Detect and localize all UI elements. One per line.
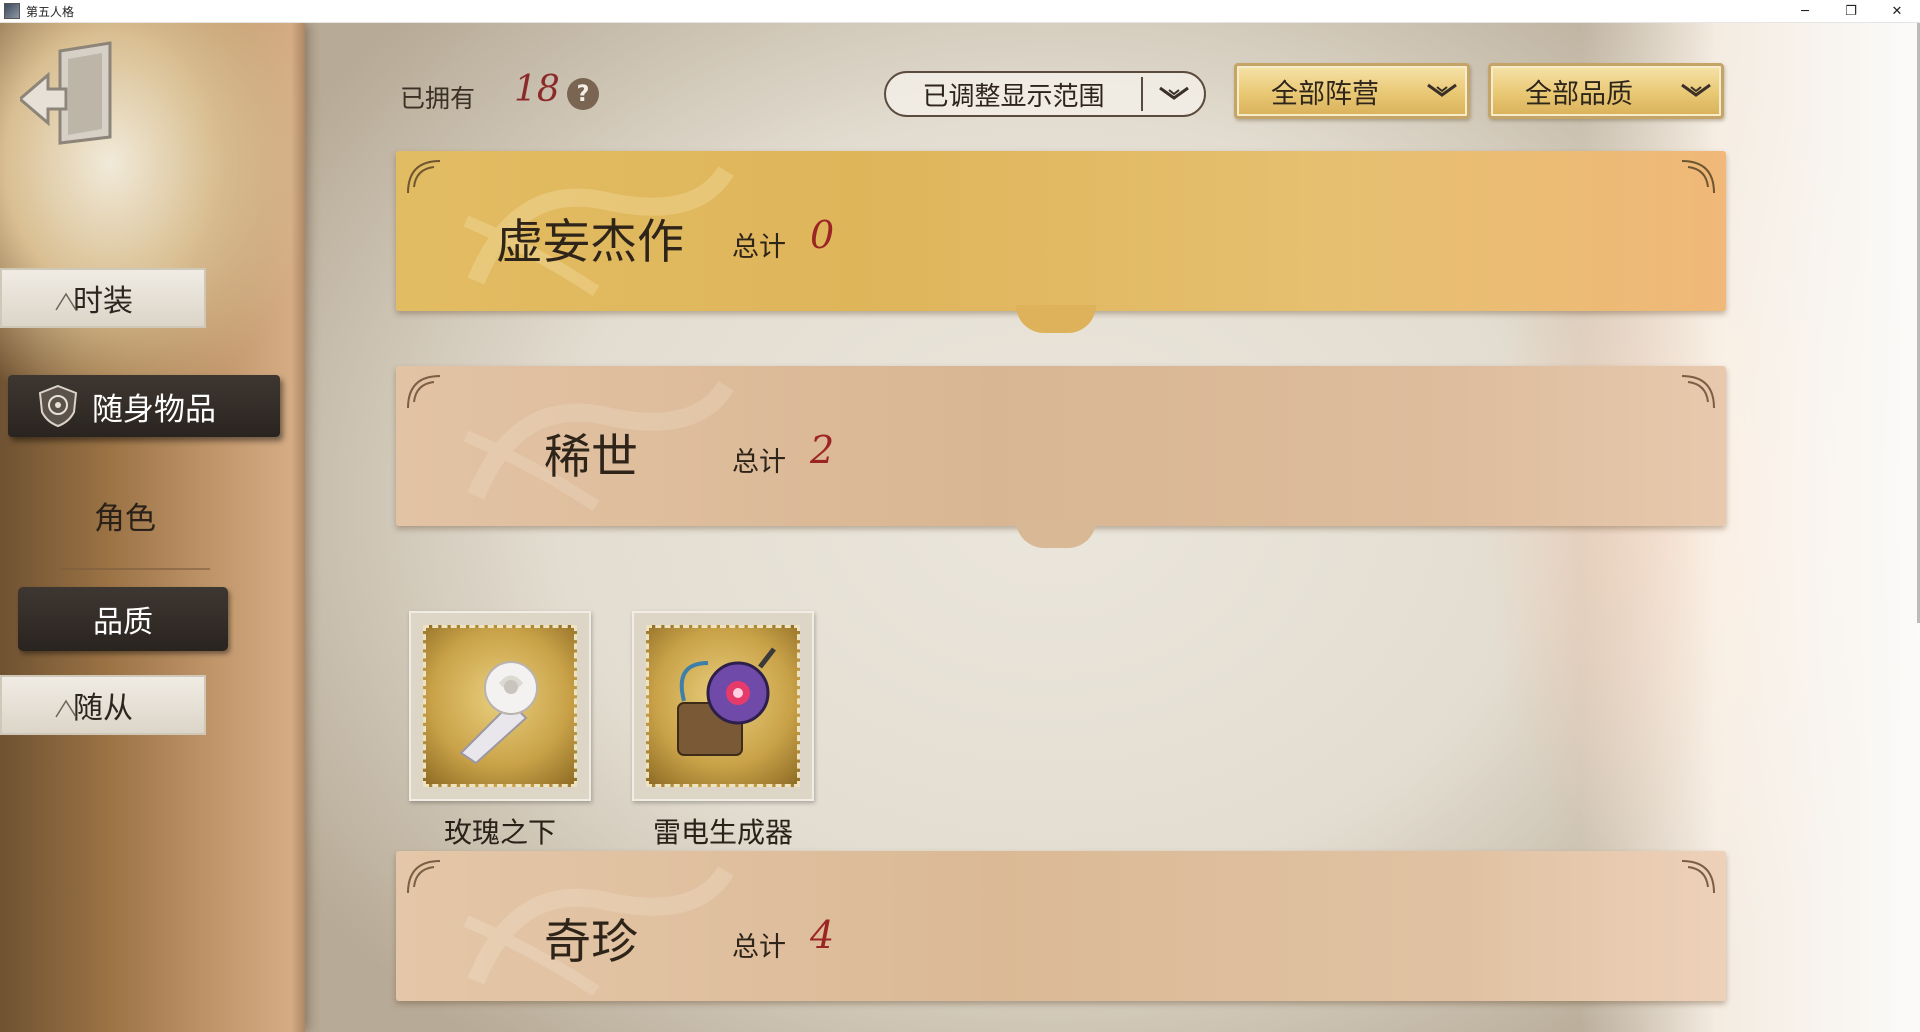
camp-filter-label: 全部阵营	[1271, 78, 1379, 110]
sidebar-item-label: 随从	[73, 691, 133, 726]
tier-total-count: 2	[810, 428, 835, 472]
owned-label: 已拥有	[400, 84, 476, 113]
minimize-button[interactable]: ─	[1782, 0, 1828, 22]
display-range-dropdown[interactable]: 已调整显示范围	[884, 71, 1206, 117]
left-nav-panel: 时装 随身物品 角色 品质 随从	[0, 23, 305, 1032]
close-button[interactable]: ✕	[1874, 0, 1920, 22]
item-stamp-frame	[632, 611, 814, 801]
tick-decoration-icon	[55, 699, 77, 718]
sidebar-item-costume[interactable]: 时装	[0, 268, 206, 328]
tier-total-label: 总计	[732, 932, 786, 963]
rose-bouquet-icon	[459, 661, 538, 765]
sidebar-item-quality[interactable]: 品质	[18, 587, 228, 651]
corner-ornament-icon	[1681, 375, 1715, 409]
tier-banner-masterpiece[interactable]: 虚妄杰作 总计 0	[396, 151, 1726, 333]
owned-count: 18	[514, 69, 560, 110]
sidebar-item-label: 品质	[93, 605, 153, 640]
corner-ornament-icon	[407, 860, 441, 894]
tier-total-label: 总计	[732, 447, 786, 478]
quality-filter-dropdown[interactable]: 全部品质	[1488, 63, 1724, 119]
lightning-generator-icon	[677, 647, 776, 756]
chevron-down-icon	[1671, 81, 1721, 101]
game-viewport: 时装 随身物品 角色 品质 随从 已拥有 18 ? 已调整显示范围 全部阵营 全…	[0, 23, 1920, 1032]
banner-tab	[1016, 305, 1096, 333]
sidebar-divider	[60, 568, 210, 570]
tick-decoration-icon	[55, 292, 77, 311]
banner-tab	[1016, 520, 1096, 548]
sidebar-item-follower[interactable]: 随从	[0, 675, 206, 735]
app-icon	[4, 3, 20, 19]
corner-ornament-icon	[1681, 160, 1715, 194]
tier-total-label: 总计	[732, 232, 786, 263]
emblem-icon	[38, 384, 78, 428]
chevron-down-icon	[1417, 81, 1467, 101]
sidebar-item-accessories[interactable]: 随身物品	[8, 375, 280, 437]
tier-title: 稀世	[544, 430, 638, 485]
corner-ornament-icon	[1681, 860, 1715, 894]
window-title: 第五人格	[26, 4, 75, 19]
tier-banner-rare[interactable]: 稀世 总计 2	[396, 366, 1726, 548]
item-name: 玫瑰之下	[443, 816, 556, 849]
tier-total-count: 4	[810, 913, 835, 957]
display-range-label: 已调整显示范围	[922, 81, 1105, 112]
chevron-down-icon	[1143, 84, 1204, 104]
tier-title: 奇珍	[544, 915, 638, 970]
sidebar-item-label: 随身物品	[92, 391, 216, 428]
item-card[interactable]: 玫瑰之下	[405, 611, 595, 851]
item-card[interactable]: 雷电生成器	[628, 611, 818, 851]
item-stamp-frame	[409, 611, 591, 801]
window-titlebar: 第五人格 ─ ❐ ✕	[0, 0, 1920, 23]
sidebar-item-character[interactable]: 角色	[40, 493, 210, 538]
tier-title: 虚妄杰作	[496, 215, 684, 270]
corner-ornament-icon	[407, 375, 441, 409]
camp-filter-dropdown[interactable]: 全部阵营	[1234, 63, 1470, 119]
corner-ornament-icon	[407, 160, 441, 194]
restore-button[interactable]: ❐	[1828, 0, 1874, 22]
help-icon[interactable]: ?	[567, 78, 599, 110]
tier-banner-treasure[interactable]: 奇珍 总计 4	[396, 851, 1726, 1001]
sidebar-item-label: 时装	[73, 284, 133, 319]
exit-icon[interactable]	[20, 41, 120, 151]
item-name: 雷电生成器	[652, 816, 793, 849]
tier-total-count: 0	[810, 213, 835, 257]
quality-filter-label: 全部品质	[1525, 78, 1633, 110]
